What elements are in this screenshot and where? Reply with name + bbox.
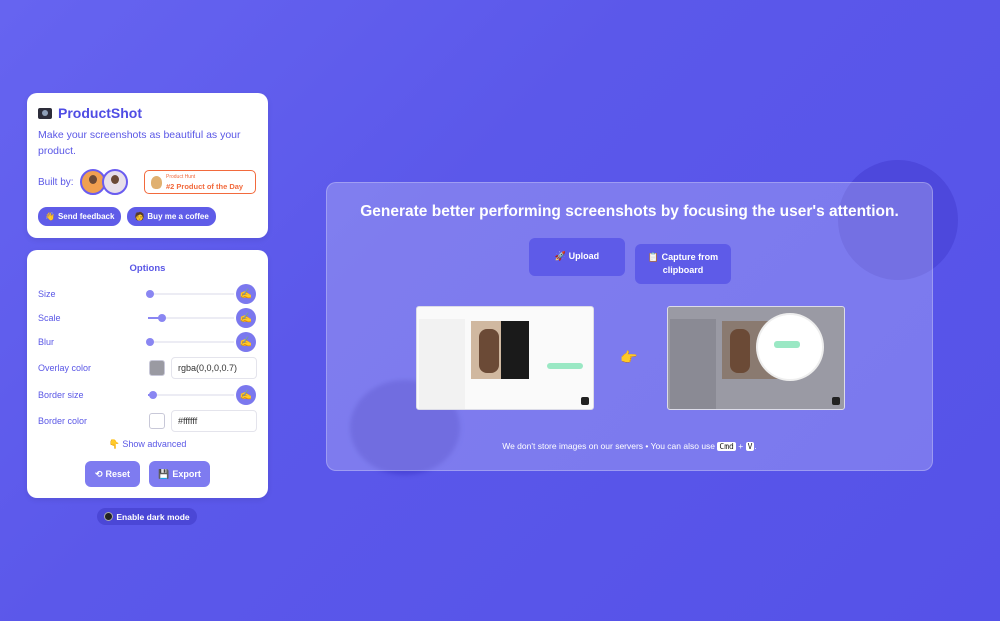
border-size-row: Border size ✍: [38, 385, 258, 405]
edit-pencil-icon[interactable]: ✍: [236, 332, 256, 352]
show-advanced-link[interactable]: 👇 Show advanced: [27, 439, 268, 450]
overlay-color-input[interactable]: rgba(0,0,0,0.7): [171, 357, 257, 379]
pointing-right-icon: 👉: [620, 349, 638, 365]
send-feedback-button[interactable]: 👋 Send feedback: [38, 207, 122, 226]
medal-icon: [151, 175, 162, 189]
scale-label: Scale: [38, 313, 61, 323]
wave-icon: 👋: [45, 212, 55, 221]
export-label: Export: [172, 469, 201, 479]
scale-row: Scale ✍: [38, 308, 258, 328]
clipboard-icon: 📋: [647, 252, 660, 262]
edit-pencil-icon[interactable]: ✍: [236, 385, 256, 405]
border-color-label: Border color: [38, 416, 88, 426]
slider-knob[interactable]: [146, 290, 154, 298]
upload-label: Upload: [568, 251, 600, 261]
pointing-hand-icon: 👇: [108, 439, 120, 449]
overlay-color-swatch[interactable]: [149, 360, 165, 376]
size-label: Size: [38, 289, 56, 299]
badge-small-text: Product Hunt: [166, 174, 196, 180]
avatar[interactable]: [102, 169, 128, 195]
upload-button[interactable]: 🚀 Upload: [529, 238, 625, 276]
capture-clipboard-button[interactable]: 📋 Capture from clipboard: [635, 244, 731, 284]
dark-mode-toggle[interactable]: Enable dark mode: [97, 508, 197, 525]
blur-row: Blur ✍: [38, 332, 258, 352]
rocket-icon: 🚀: [554, 251, 567, 261]
tagline: Make your screenshots as beautiful as yo…: [38, 129, 241, 157]
edit-pencil-icon[interactable]: ✍: [236, 284, 256, 304]
camera-icon: [38, 107, 52, 119]
slider-knob[interactable]: [146, 338, 154, 346]
product-hunt-badge[interactable]: Product Hunt #2 Product of the Day: [144, 170, 256, 194]
scale-slider[interactable]: [148, 314, 234, 322]
reset-button[interactable]: ⟲ Reset: [85, 461, 140, 487]
border-color-input[interactable]: #ffffff: [171, 410, 257, 432]
footer-end: .: [754, 441, 757, 451]
border-color-row: Border color #ffffff: [38, 410, 258, 432]
send-feedback-label: Send feedback: [57, 212, 115, 221]
slider-knob[interactable]: [149, 391, 157, 399]
export-button[interactable]: 💾 Export: [149, 461, 210, 487]
edit-pencil-icon[interactable]: ✍: [236, 308, 256, 328]
options-card: Options Size ✍ Scale ✍ Blur ✍ Overlay co…: [27, 250, 268, 498]
border-size-slider[interactable]: [148, 391, 234, 399]
size-row: Size ✍: [38, 284, 258, 304]
overlay-color-row: Overlay color rgba(0,0,0,0.7): [38, 357, 258, 379]
overlay-color-label: Overlay color: [38, 363, 92, 373]
blur-label: Blur: [38, 337, 55, 347]
brand-card: ProductShot Make your screenshots as bea…: [27, 93, 268, 238]
options-title: Options: [129, 263, 166, 274]
buy-coffee-label: Buy me a coffee: [147, 212, 209, 221]
person-icon: 🧑: [134, 212, 145, 221]
main-panel: Generate better performing screenshots b…: [326, 182, 933, 471]
kbd-cmd: Cmd: [717, 442, 736, 451]
built-by-row: Built by: Product Hunt #2 Product of the…: [38, 169, 257, 195]
reset-icon: ⟲: [94, 468, 103, 479]
reset-label: Reset: [105, 469, 131, 479]
before-screenshot: [416, 306, 594, 410]
app-name: ProductShot: [58, 105, 142, 121]
headline: Generate better performing screenshots b…: [360, 203, 899, 220]
dark-mode-label: Enable dark mode: [116, 511, 190, 522]
border-color-swatch[interactable]: [149, 413, 165, 429]
show-advanced-label: Show advanced: [122, 439, 187, 449]
spotlight-lens: [758, 315, 822, 379]
slider-knob[interactable]: [158, 314, 166, 322]
app-title: ProductShot: [38, 105, 257, 121]
save-icon: 💾: [158, 468, 170, 479]
after-screenshot: [667, 306, 845, 410]
border-size-label: Border size: [38, 390, 84, 400]
badge-big-text: #2 Product of the Day: [166, 182, 244, 191]
blur-slider[interactable]: [146, 338, 234, 346]
capture-label: Capture from clipboard: [661, 252, 719, 275]
moon-icon: [104, 512, 114, 521]
buy-coffee-button[interactable]: 🧑 Buy me a coffee: [127, 207, 216, 226]
footer-text: We don't store images on our servers • Y…: [502, 441, 716, 451]
built-by-label: Built by:: [38, 176, 74, 188]
footer-note: We don't store images on our servers • Y…: [327, 441, 932, 451]
size-slider[interactable]: [146, 290, 234, 298]
kbd-plus: +: [738, 441, 744, 451]
